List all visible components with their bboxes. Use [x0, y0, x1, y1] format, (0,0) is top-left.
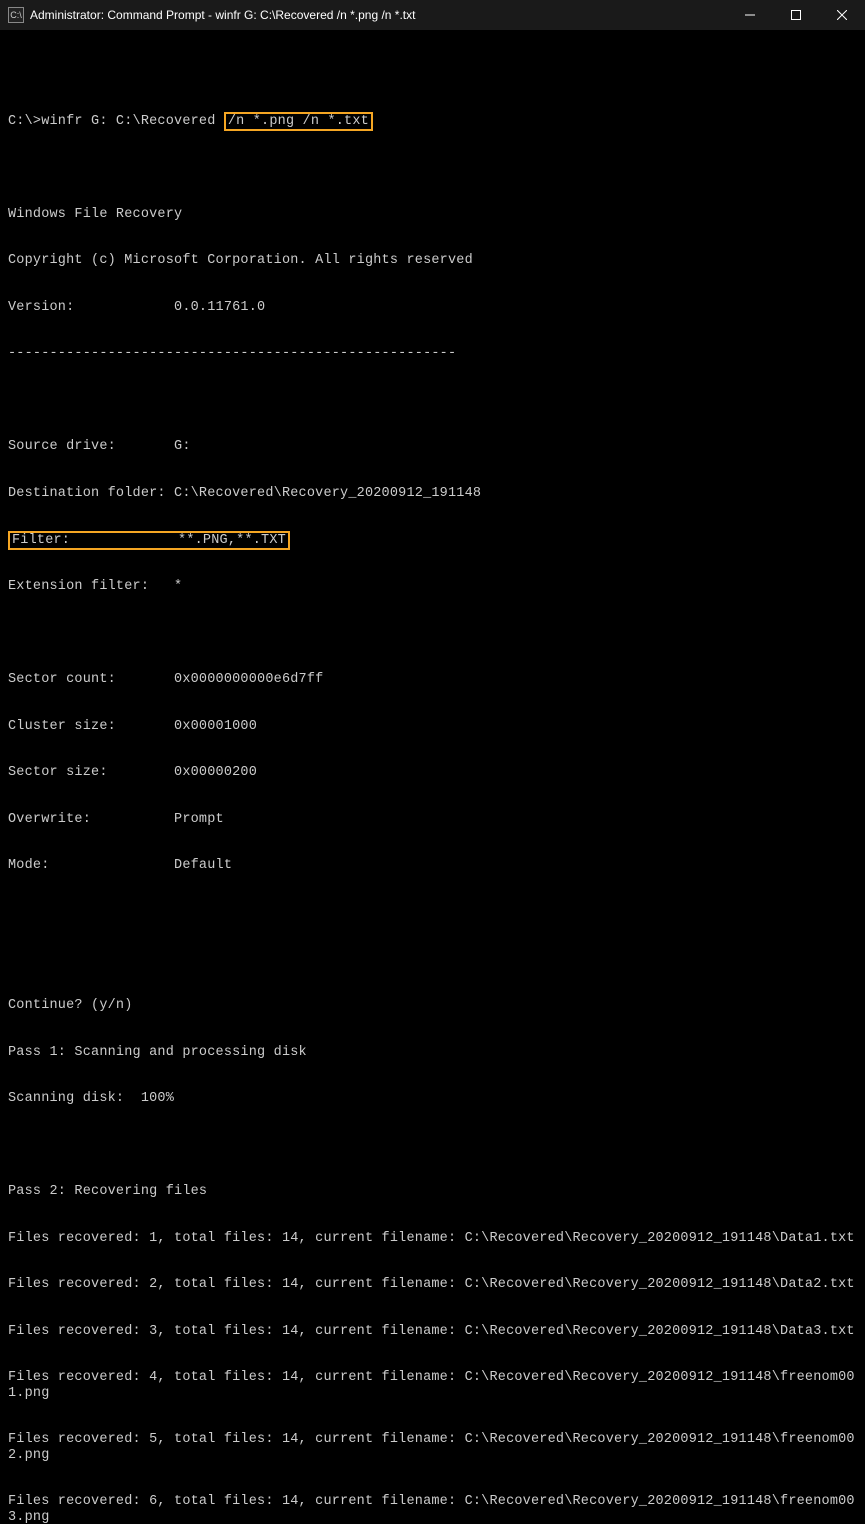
pass2: Pass 2: Recovering files — [8, 1184, 857, 1200]
close-button[interactable] — [819, 0, 865, 30]
cmd-icon: C:\ — [8, 7, 24, 23]
pass1: Pass 1: Scanning and processing disk — [8, 1045, 857, 1061]
window-controls — [727, 0, 865, 30]
file-recovery-line: Files recovered: 1, total files: 14, cur… — [8, 1231, 857, 1247]
terminal-blank — [8, 951, 857, 967]
filter-highlight-box: Filter: **.PNG,**.TXT — [8, 531, 290, 551]
filter-label: Filter: — [12, 533, 178, 548]
file-recovery-line: Files recovered: 6, total files: 14, cur… — [8, 1494, 857, 1524]
terminal-output[interactable]: C:\>winfr G: C:\Recovered /n *.png /n *.… — [0, 30, 865, 1524]
file-recovery-line: Files recovered: 4, total files: 14, cur… — [8, 1370, 857, 1401]
terminal-blank — [8, 393, 857, 409]
sector-count: Sector count: 0x0000000000e6d7ff — [8, 672, 857, 688]
command-line: C:\>winfr G: C:\Recovered /n *.png /n *.… — [8, 114, 857, 130]
command-prefix: C:\>winfr G: C:\Recovered — [8, 114, 224, 129]
terminal-blank — [8, 905, 857, 921]
window-title: Administrator: Command Prompt - winfr G:… — [30, 8, 727, 22]
terminal-blank — [8, 626, 857, 642]
sector-size: Sector size: 0x00000200 — [8, 765, 857, 781]
filter-line: Filter: **.PNG,**.TXT — [8, 533, 857, 549]
file-recovery-line: Files recovered: 5, total files: 14, cur… — [8, 1432, 857, 1463]
cluster-size: Cluster size: 0x00001000 — [8, 719, 857, 735]
command-highlight-box: /n *.png /n *.txt — [224, 112, 373, 132]
minimize-button[interactable] — [727, 0, 773, 30]
app-name: Windows File Recovery — [8, 207, 857, 223]
separator: ----------------------------------------… — [8, 346, 857, 362]
scanning-disk: Scanning disk: 100% — [8, 1091, 857, 1107]
file-recovery-line: Files recovered: 2, total files: 14, cur… — [8, 1277, 857, 1293]
copyright: Copyright (c) Microsoft Corporation. All… — [8, 253, 857, 269]
maximize-button[interactable] — [773, 0, 819, 30]
continue-prompt: Continue? (y/n) — [8, 998, 857, 1014]
version: Version: 0.0.11761.0 — [8, 300, 857, 316]
extension-filter: Extension filter: * — [8, 579, 857, 595]
terminal-blank — [8, 1138, 857, 1154]
source-drive: Source drive: G: — [8, 439, 857, 455]
window-titlebar: C:\ Administrator: Command Prompt - winf… — [0, 0, 865, 30]
destination-folder: Destination folder: C:\Recovered\Recover… — [8, 486, 857, 502]
filter-value: **.PNG,**.TXT — [178, 533, 286, 548]
terminal-blank — [8, 160, 857, 176]
mode: Mode: Default — [8, 858, 857, 874]
file-recovery-line: Files recovered: 3, total files: 14, cur… — [8, 1324, 857, 1340]
overwrite-mode: Overwrite: Prompt — [8, 812, 857, 828]
terminal-blank — [8, 67, 857, 83]
